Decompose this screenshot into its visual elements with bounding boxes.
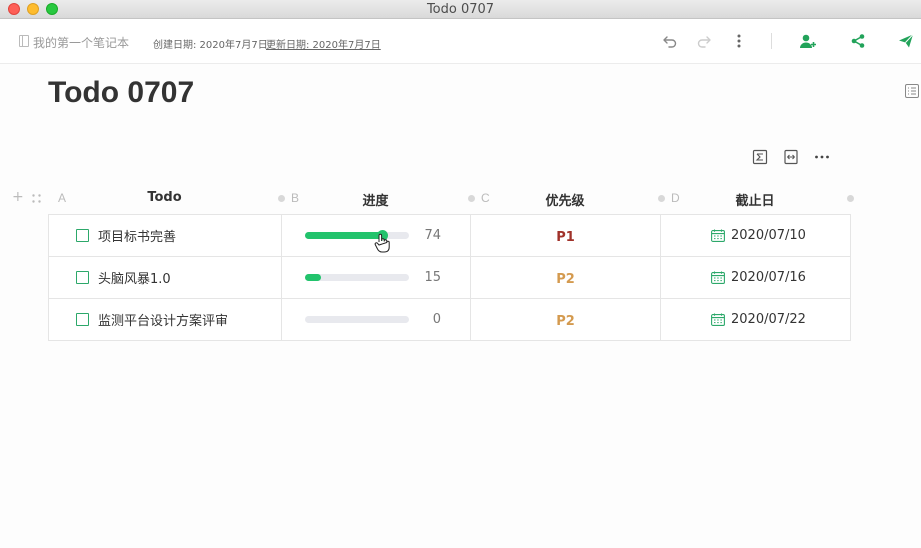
created-date: 创建日期: 2020年7月7日: [153, 40, 268, 51]
page-title[interactable]: Todo 0707: [48, 76, 194, 110]
due-date-text: 2020/07/10: [731, 228, 806, 243]
progress-value: 0: [432, 312, 441, 327]
column-resize-dot[interactable]: [847, 195, 854, 202]
todo-cell[interactable]: 监测平台设计方案评审: [48, 298, 282, 341]
add-row-button[interactable]: +: [12, 189, 24, 205]
more-options-button[interactable]: [728, 30, 750, 52]
table-width-button[interactable]: [782, 148, 800, 166]
notebook-icon: [19, 35, 29, 47]
share-icon: [851, 34, 865, 48]
calendar-icon: [711, 271, 725, 284]
due-date-text: 2020/07/16: [731, 270, 806, 285]
outline-toggle-button[interactable]: [905, 83, 919, 98]
redo-button[interactable]: [693, 30, 715, 52]
undo-button[interactable]: [659, 30, 681, 52]
redo-icon: [697, 36, 711, 48]
table-formula-button[interactable]: [751, 148, 769, 166]
formula-icon: [752, 149, 768, 165]
hand-cursor-icon: [374, 233, 390, 253]
priority-badge: P2: [556, 272, 575, 287]
progress-track[interactable]: [305, 316, 409, 323]
fit-width-icon: [784, 149, 798, 165]
add-collaborator-button[interactable]: [797, 30, 819, 52]
progress-cell[interactable]: 0: [281, 298, 471, 341]
send-icon: [899, 34, 914, 48]
toolbar-divider: [771, 33, 772, 49]
column-header-progress[interactable]: 进度: [281, 190, 470, 209]
progress-value: 15: [424, 270, 441, 285]
due-date-cell[interactable]: 2020/07/16: [660, 256, 851, 299]
updated-date[interactable]: 更新日期: 2020年7月7日: [266, 36, 381, 51]
priority-cell[interactable]: P2: [470, 298, 661, 341]
table-row: 监测平台设计方案评审 0 P2 2020/07/22: [48, 298, 851, 341]
due-date-cell[interactable]: 2020/07/10: [660, 214, 851, 257]
document-toolbar: 我的第一个笔记本 创建日期: 2020年7月7日 更新日期: 2020年7月7日: [0, 19, 921, 64]
progress-value: 74: [424, 228, 441, 243]
progress-track[interactable]: [305, 274, 409, 281]
notebook-breadcrumb[interactable]: 我的第一个笔记本: [33, 34, 129, 51]
todo-cell[interactable]: 头脑风暴1.0: [48, 256, 282, 299]
more-horizontal-icon: [815, 155, 829, 159]
table-more-button[interactable]: [813, 148, 831, 166]
priority-badge: P1: [556, 230, 575, 245]
progress-track[interactable]: [305, 230, 409, 241]
column-header-due-date[interactable]: 截止日: [660, 190, 850, 209]
todo-cell[interactable]: 项目标书完善: [48, 214, 282, 257]
undo-icon: [663, 36, 677, 48]
todo-table: 项目标书完善 74 P1 2020/07/10 头脑风暴1.0 15 P2 20…: [48, 214, 851, 341]
drag-handle-icon[interactable]: [32, 194, 41, 203]
priority-badge: P2: [556, 314, 575, 329]
window-title: Todo 0707: [426, 2, 495, 17]
priority-cell[interactable]: P2: [470, 256, 661, 299]
calendar-icon: [711, 229, 725, 242]
column-header-priority[interactable]: 优先级: [470, 190, 660, 209]
progress-cell[interactable]: 15: [281, 256, 471, 299]
table-toolbar: [751, 147, 831, 167]
table-row: 项目标书完善 74 P1 2020/07/10: [48, 214, 851, 257]
add-user-icon: [800, 34, 816, 48]
progress-fill: [305, 274, 321, 281]
column-header-todo[interactable]: Todo: [48, 190, 281, 205]
list-icon: [905, 84, 919, 98]
todo-text[interactable]: 头脑风暴1.0: [98, 268, 171, 287]
column-header-bar: + A Todo B 进度 C 优先级 D 截止日: [0, 188, 921, 210]
due-date-cell[interactable]: 2020/07/22: [660, 298, 851, 341]
todo-text[interactable]: 项目标书完善: [98, 226, 176, 245]
todo-checkbox[interactable]: [76, 271, 89, 284]
window-titlebar: Todo 0707: [0, 0, 921, 19]
table-row: 头脑风暴1.0 15 P2 2020/07/16: [48, 256, 851, 299]
send-button[interactable]: [895, 30, 917, 52]
todo-text[interactable]: 监测平台设计方案评审: [98, 310, 228, 329]
priority-cell[interactable]: P1: [470, 214, 661, 257]
more-vertical-icon: [737, 34, 741, 48]
share-button[interactable]: [847, 30, 869, 52]
calendar-icon: [711, 313, 725, 326]
todo-checkbox[interactable]: [76, 313, 89, 326]
todo-checkbox[interactable]: [76, 229, 89, 242]
progress-fill: [305, 232, 382, 239]
due-date-text: 2020/07/22: [731, 312, 806, 327]
progress-cell[interactable]: 74: [281, 214, 471, 257]
